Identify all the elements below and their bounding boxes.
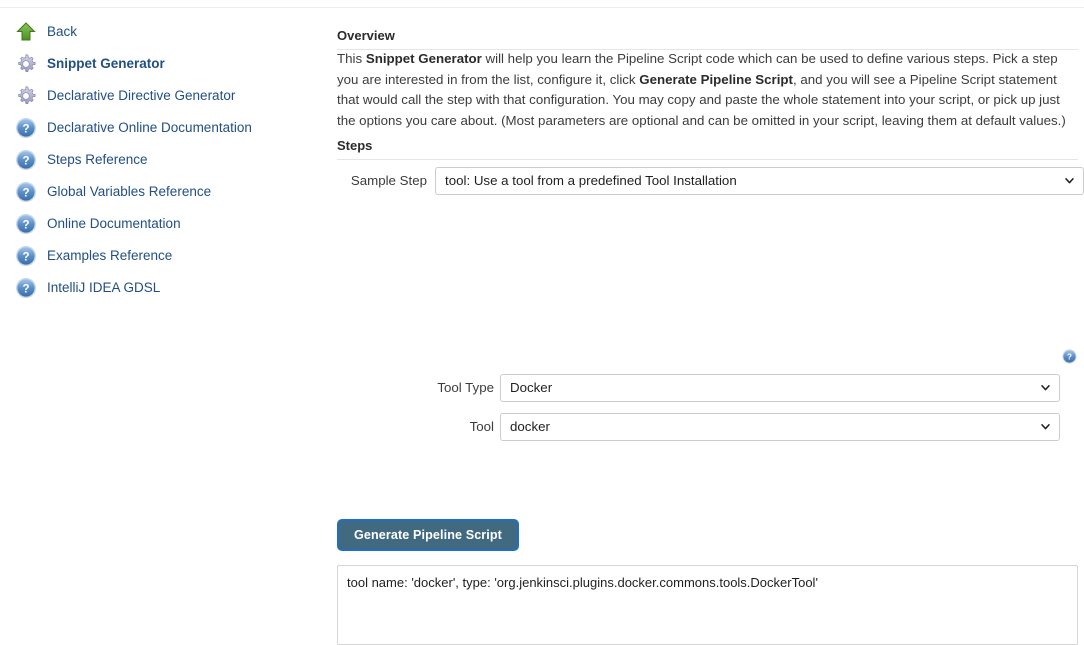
help-icon: ?: [14, 148, 38, 172]
tool-type-row: Tool Type Docker: [432, 374, 1060, 402]
svg-text:?: ?: [22, 123, 29, 135]
generate-pipeline-script-button[interactable]: Generate Pipeline Script: [337, 519, 519, 551]
sample-step-label: Sample Step: [350, 173, 427, 188]
help-icon: ?: [14, 244, 38, 268]
steps-divider: [337, 159, 1078, 160]
overview-bold-generate-pipeline-script: Generate Pipeline Script: [639, 71, 793, 87]
sidebar-item-intellij-idea-gdsl[interactable]: ? IntelliJ IDEA GDSL: [0, 272, 320, 304]
sample-step-select[interactable]: tool: Use a tool from a predefined Tool …: [435, 167, 1084, 195]
sidebar-item-declarative-directive-generator[interactable]: Declarative Directive Generator: [0, 80, 320, 112]
svg-text:?: ?: [22, 155, 29, 167]
up-arrow-icon: [14, 20, 38, 44]
tool-select-wrap: docker: [500, 413, 1060, 441]
tool-type-select[interactable]: Docker: [500, 374, 1060, 402]
tool-label: Tool: [469, 419, 494, 434]
tool-select[interactable]: docker: [500, 413, 1060, 441]
help-icon: ?: [14, 276, 38, 300]
svg-text:?: ?: [22, 187, 29, 199]
svg-text:?: ?: [22, 251, 29, 263]
overview-bold-snippet-generator: Snippet Generator: [365, 51, 482, 66]
gear-icon: [14, 52, 38, 76]
sidebar-item-steps-reference[interactable]: ? Steps Reference: [0, 144, 320, 176]
sidebar-item-label: Online Documentation: [47, 216, 181, 231]
help-icon[interactable]: ?: [1061, 348, 1078, 365]
svg-text:?: ?: [22, 283, 29, 295]
generated-script-output[interactable]: tool name: 'docker', type: 'org.jenkinsc…: [337, 565, 1078, 645]
sample-step-select-wrap: tool: Use a tool from a predefined Tool …: [435, 167, 1084, 195]
top-divider: [0, 7, 1084, 8]
sidebar-item-global-variables-reference[interactable]: ? Global Variables Reference: [0, 176, 320, 208]
sidebar-item-label: IntelliJ IDEA GDSL: [47, 280, 161, 295]
sidebar-item-label: Steps Reference: [47, 152, 148, 167]
steps-heading: Steps: [337, 138, 373, 153]
svg-text:?: ?: [22, 219, 29, 231]
sidebar-item-label: Global Variables Reference: [47, 184, 212, 199]
sidebar-item-label: Back: [47, 24, 78, 39]
help-icon: ?: [14, 212, 38, 236]
sidebar-item-examples-reference[interactable]: ? Examples Reference: [0, 240, 320, 272]
gear-icon: [14, 84, 38, 108]
help-icon: ?: [14, 116, 38, 140]
sidebar-item-declarative-online-documentation[interactable]: ? Declarative Online Documentation: [0, 112, 320, 144]
sidebar-item-label: Declarative Online Documentation: [47, 120, 252, 135]
overview-section-header: Overview: [337, 28, 1078, 50]
tool-type-label: Tool Type: [437, 380, 494, 395]
help-icon: ?: [14, 180, 38, 204]
sidebar-item-label: Declarative Directive Generator: [47, 88, 236, 103]
overview-paragraph: This Snippet Generator will help you lea…: [337, 49, 1078, 131]
sidebar-item-back[interactable]: Back: [0, 16, 320, 48]
sidebar-item-label: Snippet Generator: [47, 56, 165, 71]
sidebar-item-label: Examples Reference: [47, 248, 173, 263]
overview-text-1: This: [337, 51, 366, 66]
sidebar: Back Snippet Generator Declarative Direc…: [0, 16, 320, 304]
steps-section-header: Steps: [337, 138, 1078, 160]
tool-row: Tool docker: [432, 413, 1060, 441]
tool-type-select-wrap: Docker: [500, 374, 1060, 402]
overview-heading: Overview: [337, 28, 395, 43]
svg-text:?: ?: [1067, 353, 1072, 362]
sidebar-item-snippet-generator[interactable]: Snippet Generator: [0, 48, 320, 80]
sidebar-item-online-documentation[interactable]: ? Online Documentation: [0, 208, 320, 240]
sample-step-row: Sample Step tool: Use a tool from a pred…: [341, 167, 1084, 195]
